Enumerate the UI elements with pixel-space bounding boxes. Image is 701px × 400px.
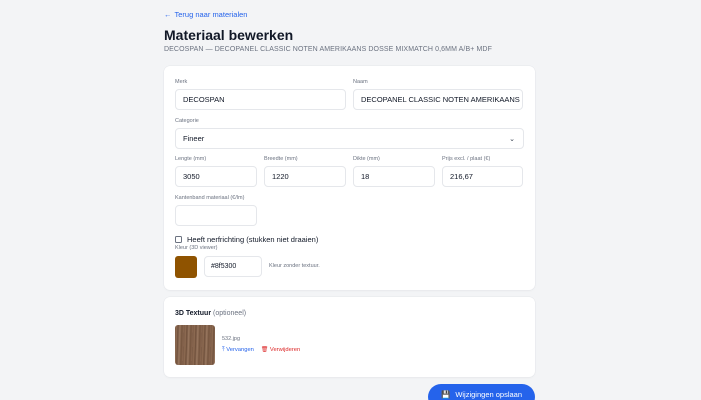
dikte-input[interactable]: 18 <box>353 166 435 187</box>
delete-texture-button[interactable]: 🗑 Verwijderen <box>261 347 300 354</box>
trash-icon: 🗑 <box>260 347 269 353</box>
back-to-materials-link[interactable]: ← Terug naar materialen <box>164 10 247 19</box>
page-title: Materiaal bewerken <box>164 27 294 43</box>
merk-label: Merk <box>175 79 188 85</box>
save-button-label: Wijzigingen opslaan <box>455 389 523 399</box>
color-hint: Kleur zonder textuur. <box>269 263 320 269</box>
kleur-label: Kleur (3D viewer) <box>175 245 218 251</box>
upload-icon: ⤒ <box>222 347 225 353</box>
chevron-down-icon: ⌄ <box>509 136 515 143</box>
arrow-left-icon: ← <box>164 10 172 19</box>
kantenband-label: Kantenband materiaal (€/lm) <box>175 195 245 201</box>
categorie-label: Categorie <box>175 118 199 124</box>
categorie-select[interactable]: Fineer ⌄ <box>175 128 524 149</box>
back-link-label: Terug naar materialen <box>174 10 248 19</box>
save-changes-button[interactable]: 💾 Wijzigingen opslaan <box>428 384 535 400</box>
categorie-value: Fineer <box>183 134 205 143</box>
page-subtitle: DECOSPAN — DECOPANEL CLASSIC NOTEN AMERI… <box>164 46 492 53</box>
merk-input[interactable]: DECOSPAN <box>175 89 346 110</box>
texture-card: 3D Textuur (optioneel) 532.jpg ⤒ Vervang… <box>164 297 535 377</box>
texture-filename: 532.jpg <box>222 336 241 342</box>
dikte-label: Dikte (mm) <box>353 156 380 162</box>
color-hex-input[interactable]: #8f5300 <box>204 256 262 277</box>
texture-title: 3D Textuur (optioneel) <box>175 310 246 317</box>
lengte-label: Lengte (mm) <box>175 156 207 162</box>
lengte-input[interactable]: 3050 <box>175 166 257 187</box>
texture-thumbnail <box>175 325 215 365</box>
save-icon: 💾 <box>440 389 451 399</box>
breedte-label: Breedte (mm) <box>264 156 298 162</box>
material-form-card: Merk DECOSPAN Naam DECOPANEL CLASSIC NOT… <box>164 66 535 290</box>
prijs-label: Prijs excl. / plaat (€) <box>442 156 491 162</box>
color-swatch[interactable] <box>175 256 197 278</box>
texture-actions: ⤒ Vervangen 🗑 Verwijderen <box>222 347 300 354</box>
delete-label: Verwijderen <box>269 347 301 353</box>
texture-optional-text: (optioneel) <box>213 310 247 317</box>
breedte-input[interactable]: 1220 <box>264 166 346 187</box>
nerfrichting-checkbox[interactable] <box>175 236 182 243</box>
naam-input[interactable]: DECOPANEL CLASSIC NOTEN AMERIKAANS DOSSE… <box>353 89 523 110</box>
naam-label: Naam <box>353 79 368 85</box>
replace-texture-button[interactable]: ⤒ Vervangen <box>222 347 254 354</box>
kantenband-input[interactable] <box>175 205 257 226</box>
nerfrichting-label[interactable]: Heeft nerfrichting (stukken niet draaien… <box>187 235 318 244</box>
texture-title-text: 3D Textuur <box>175 310 212 317</box>
replace-label: Vervangen <box>226 347 254 353</box>
prijs-input[interactable]: 216,67 <box>442 166 523 187</box>
